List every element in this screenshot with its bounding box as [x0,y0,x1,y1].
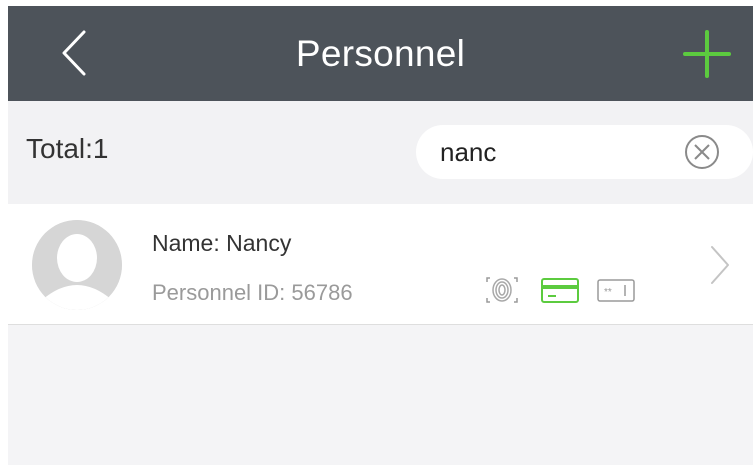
back-button[interactable] [54,26,104,80]
search-input[interactable] [440,137,680,168]
header-bar: Personnel [8,6,753,101]
clear-search-button[interactable] [684,134,720,170]
avatar-placeholder-icon [32,220,122,310]
total-count: Total:1 [26,133,109,164]
add-personnel-button[interactable] [681,28,733,80]
svg-text:**: ** [604,287,612,298]
card-icon [541,278,579,303]
chevron-left-icon [62,30,86,76]
chevron-right-icon [711,246,729,284]
app-frame: Personnel Total:1 nanc Name: Nancy Perso… [8,6,753,465]
password-icon: ** [597,279,635,302]
credential-icons: ** [484,274,644,306]
filter-bar: Total:1 [8,101,753,204]
avatar [32,220,122,310]
search-box[interactable] [416,125,753,179]
personnel-name: Name: Nancy [152,230,292,256]
personnel-id: Personnel ID: 56786 [152,280,353,305]
plus-icon [683,30,731,78]
clear-circle-icon [685,135,719,169]
page-title: Personnel [295,33,466,74]
fingerprint-icon [486,277,518,303]
personnel-list-item[interactable]: Name: Nancy Personnel ID: 56786 ** [8,204,753,325]
